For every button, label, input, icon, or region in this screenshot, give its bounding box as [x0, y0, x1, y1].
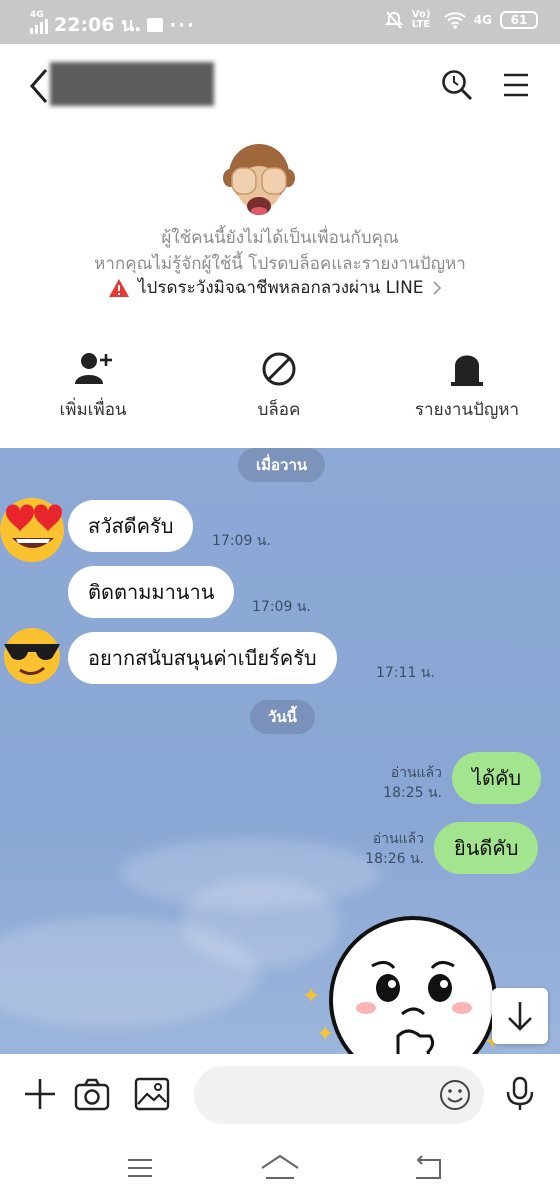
emoji-icon[interactable] [438, 1078, 472, 1112]
message-bubble-outgoing[interactable]: ได้คับ [452, 752, 542, 804]
more-notifications: ··· [169, 14, 196, 36]
message-input-bar [0, 1054, 560, 1136]
mute-icon [384, 11, 404, 29]
battery-indicator: 61 [500, 11, 538, 29]
message-time: 17:09 น. [252, 599, 311, 615]
message-time: 17:11 น. [376, 665, 435, 681]
mic-icon[interactable] [502, 1076, 538, 1112]
signal-icon: 4G [30, 10, 48, 34]
image-icon[interactable] [134, 1076, 170, 1112]
sparkle-icon: ✦ [302, 984, 321, 1009]
message-time: 18:26 น. [365, 851, 424, 867]
sender-avatar-heart-eyes[interactable] [0, 492, 68, 564]
network-type: 4G [30, 10, 44, 20]
message-time: 17:09 น. [212, 533, 271, 549]
scam-warning-link[interactable]: ไปรดระวังมิจฉาชีพหลอกลวงผ่าน LINE [108, 274, 442, 301]
scam-warning-text: ไปรดระวังมิจฉาชีพหลอกลวงผ่าน LINE [138, 278, 424, 298]
stranger-actions: เพิ่มเพื่อน บล็อค รายงานปัญหา [0, 350, 560, 430]
system-nav-bar [0, 1136, 560, 1200]
report-button[interactable]: รายงานปัญหา [392, 350, 542, 423]
sparkle-icon: ✦ [316, 1022, 335, 1047]
chevron-right-icon [432, 280, 441, 295]
camera-icon[interactable] [74, 1076, 110, 1112]
plus-icon[interactable] [22, 1076, 58, 1112]
date-separator-today: วันนี้ [250, 700, 315, 734]
message-bubble-incoming[interactable]: อยากสนับสนุนค่าเบียร์ครับ [68, 632, 337, 684]
contact-name-redacted [50, 62, 214, 106]
message-time: 18:25 น. [383, 785, 442, 801]
read-receipt: อ่านแล้ว [372, 831, 424, 847]
chat-header [0, 44, 560, 130]
message-bubble-outgoing[interactable]: ยินดีคับ [434, 822, 539, 874]
message-bubble-incoming[interactable]: สวัสดีครับ [68, 500, 194, 552]
menu-icon[interactable] [502, 72, 530, 98]
date-separator-yesterday: เมื่อวาน [238, 448, 326, 482]
report-label: รายงานปัญหา [414, 400, 520, 420]
volte-indicator: Vo) LTE [411, 9, 431, 30]
report-icon [451, 355, 483, 386]
back-nav-icon[interactable] [408, 1152, 448, 1184]
message-bubble-incoming[interactable]: ติดตามมานาน [68, 566, 235, 618]
block-button[interactable]: บล็อค [204, 350, 354, 423]
block-icon [262, 352, 296, 386]
recent-apps-icon[interactable] [120, 1152, 160, 1184]
block-advice-text: หากคุณไม่รู้จักผู้ใช้นี้ โปรดบล็อคและราย… [94, 254, 466, 274]
chat-area[interactable]: เมื่อวาน สวัสดีครับ 17:09 น. ติดตามมานาน… [0, 448, 560, 1054]
stranger-notice: ผู้ใช้คนนี้ยังไม่ได้เป็นเพื่อนกับคุณ หาก… [0, 130, 560, 448]
wifi-icon [444, 12, 466, 29]
network-type-right: 4G [473, 13, 492, 27]
block-label: บล็อค [257, 400, 301, 420]
read-receipt: อ่านแล้ว [390, 765, 442, 781]
sender-avatar-sunglasses[interactable] [2, 626, 62, 686]
arrow-down-icon [508, 1002, 532, 1031]
search-icon[interactable] [440, 68, 474, 102]
not-friend-text: ผู้ใช้คนนี้ยังไม่ได้เป็นเพื่อนกับคุณ [161, 228, 399, 248]
warning-icon [109, 278, 129, 297]
see-no-evil-monkey-icon [223, 144, 295, 215]
add-friend-icon [75, 353, 112, 384]
add-friend-button[interactable]: เพิ่มเพื่อน [18, 350, 168, 423]
notification-icon [147, 18, 164, 32]
status-time: 22:06 น. [54, 14, 142, 36]
home-icon[interactable] [260, 1152, 300, 1184]
scroll-to-bottom-button[interactable] [492, 988, 548, 1044]
background-cloud [180, 878, 340, 968]
status-bar: 4G 22:06 น. ··· Vo) LTE 4G 61 [0, 0, 560, 44]
moon-sticker[interactable] [328, 910, 498, 1054]
add-friend-label: เพิ่มเพื่อน [59, 400, 127, 420]
